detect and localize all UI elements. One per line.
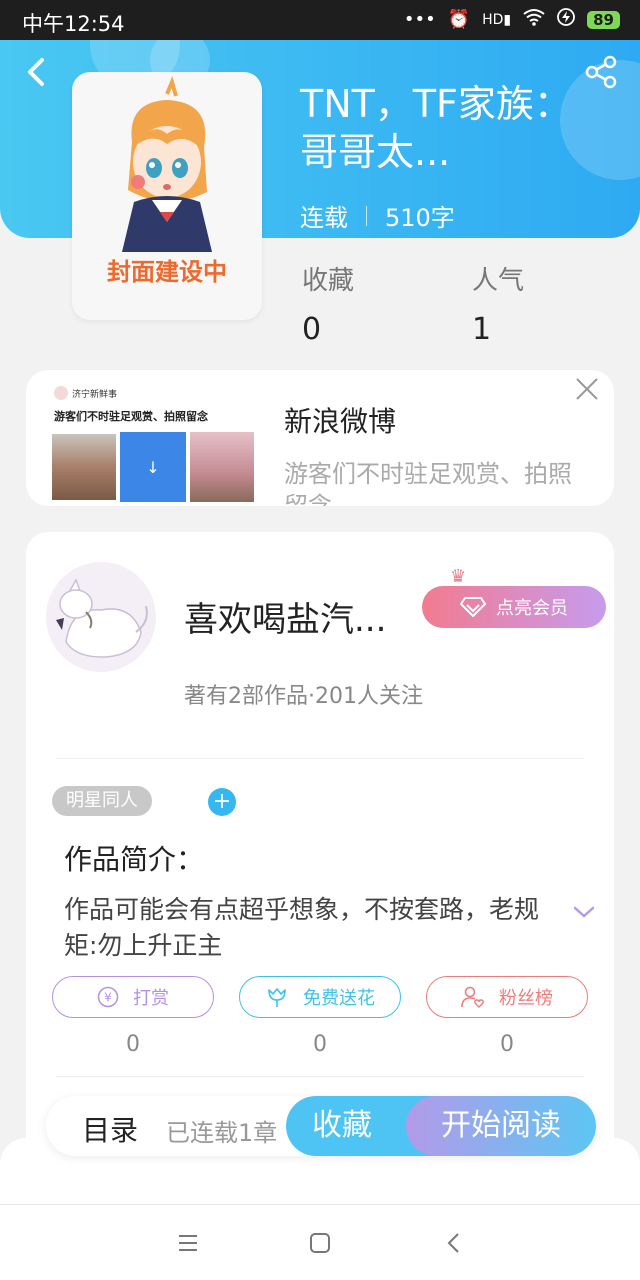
status-time: 中午12:54 bbox=[22, 12, 125, 36]
vip-button[interactable]: 点亮会员 bbox=[422, 586, 606, 628]
book-cover[interactable]: 封面建设中 bbox=[72, 72, 262, 320]
chapter-count-info[interactable]: 已连载1章 bbox=[166, 1113, 277, 1148]
hd-signal-icon: HD▮ bbox=[482, 11, 512, 28]
fan-count: 0 bbox=[500, 1032, 514, 1057]
author-avatar[interactable] bbox=[46, 562, 156, 672]
charging-icon bbox=[557, 8, 576, 31]
ad-thumb-source: 济宁新鲜事 bbox=[72, 389, 118, 400]
close-icon bbox=[576, 378, 598, 400]
system-navigation-bar bbox=[0, 1204, 640, 1280]
author-name[interactable]: 喜欢喝盐汽... bbox=[184, 592, 386, 641]
divider bbox=[56, 1076, 584, 1077]
ad-close-button[interactable] bbox=[572, 376, 602, 406]
battery-icon: 89 bbox=[587, 10, 620, 29]
diamond-icon bbox=[460, 597, 486, 617]
crown-icon: ♛ bbox=[450, 566, 467, 587]
book-meta: 连载 510字 bbox=[300, 198, 455, 233]
free-flower-label: 免费送花 bbox=[303, 988, 375, 1009]
tip-label: 打赏 bbox=[133, 988, 169, 1009]
back-nav-button[interactable] bbox=[442, 1231, 468, 1257]
menu-icon bbox=[179, 1235, 197, 1251]
book-title: TNT，TF家族：哥哥太... bbox=[300, 82, 572, 174]
chevron-left-icon bbox=[28, 58, 44, 86]
ad-card[interactable]: 济宁新鲜事 游客们不时驻足观赏、拍照留念 ↓ 新浪微博 游客们不时驻足观赏、拍照… bbox=[26, 370, 614, 506]
ad-description: 游客们不时驻足观赏、拍照留念 bbox=[284, 460, 572, 506]
status-icons: ••• ⏰ HD▮ 89 bbox=[404, 8, 620, 31]
home-nav-button[interactable] bbox=[308, 1231, 334, 1257]
wifi-icon bbox=[523, 8, 545, 31]
free-flower-button[interactable]: 免费送花 bbox=[239, 976, 401, 1018]
add-tag-button[interactable]: + bbox=[208, 788, 236, 816]
ad-title: 新浪微博 bbox=[284, 405, 397, 438]
intro-text: 作品可能会有点超乎想象，不按套路，老规矩:勿上升正主 bbox=[64, 895, 540, 960]
meta-separator bbox=[366, 205, 367, 226]
alarm-icon: ⏰ bbox=[447, 9, 471, 30]
back-triangle-icon bbox=[447, 1233, 459, 1253]
expand-intro-button[interactable] bbox=[572, 904, 596, 924]
cover-anime-girl-illustration bbox=[122, 75, 212, 252]
menu-nav-button[interactable] bbox=[176, 1231, 202, 1257]
table-of-contents-button[interactable]: 目录 bbox=[82, 1109, 138, 1149]
more-dots-icon: ••• bbox=[403, 9, 436, 30]
author-card: 喜欢喝盐汽... ♛ 点亮会员 著有2部作品·201人关注 明星同人 + 作品简… bbox=[26, 532, 614, 1172]
vip-button-label: 点亮会员 bbox=[496, 598, 568, 619]
start-reading-button[interactable]: 开始阅读 bbox=[406, 1096, 596, 1156]
stat-value-popularity: 1 bbox=[472, 312, 492, 347]
bottom-action-bar: 目录 已连载1章 收藏 开始阅读 bbox=[46, 1096, 596, 1156]
tag-chip[interactable]: 明星同人 bbox=[52, 786, 152, 816]
ad-thumbnail: 济宁新鲜事 游客们不时驻足观赏、拍照留念 ↓ bbox=[50, 382, 254, 502]
svg-text:¥: ¥ bbox=[104, 991, 112, 1005]
book-word-count: 510字 bbox=[385, 204, 455, 232]
stat-label-popularity: 人气 bbox=[472, 266, 525, 296]
book-status: 连载 bbox=[300, 204, 348, 232]
back-button[interactable] bbox=[20, 52, 56, 92]
home-square-icon bbox=[310, 1233, 330, 1253]
tip-button[interactable]: ¥ 打赏 bbox=[52, 976, 214, 1018]
flower-icon bbox=[268, 988, 286, 1007]
stat-label-collect: 收藏 bbox=[302, 266, 355, 296]
fan-ranking-button[interactable]: 粉丝榜 bbox=[426, 976, 588, 1018]
chevron-down-icon bbox=[573, 906, 595, 918]
yen-icon: ¥ bbox=[97, 986, 119, 1008]
status-bar: 中午12:54 ••• ⏰ HD▮ 89 bbox=[0, 0, 640, 40]
fan-heart-icon bbox=[461, 986, 484, 1008]
flower-count: 0 bbox=[313, 1032, 327, 1057]
author-stats: 著有2部作品·201人关注 bbox=[184, 684, 423, 709]
divider bbox=[56, 758, 584, 759]
cover-placeholder-text: 封面建设中 bbox=[107, 258, 227, 286]
stat-value-collect: 0 bbox=[302, 312, 322, 347]
ad-thumb-caption: 游客们不时驻足观赏、拍照留念 bbox=[54, 410, 208, 423]
cat-avatar-illustration bbox=[56, 578, 148, 658]
fan-ranking-label: 粉丝榜 bbox=[499, 988, 553, 1009]
tip-count: 0 bbox=[126, 1032, 140, 1057]
intro-title: 作品简介： bbox=[64, 843, 205, 876]
